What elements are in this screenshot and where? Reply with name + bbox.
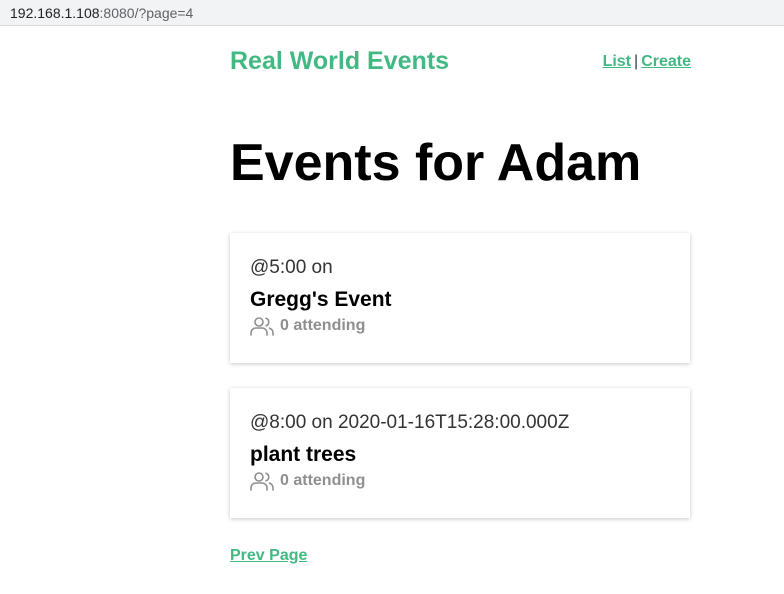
nav-separator: | [634,53,639,70]
event-title: plant trees [250,443,357,466]
url-text[interactable]: 192.168.1.108:8080/?page=4 [10,4,193,22]
users-icon [250,472,274,491]
page-title: Events for Adam [230,134,642,192]
event-time: @8:00 on 2020-01-16T15:28:00.000Z [250,412,570,433]
brand-title: Real World Events [230,47,450,75]
nav-create-link[interactable]: Create [641,53,691,70]
event-attending: 0 attending [250,470,670,492]
top-nav: List | Create [603,52,691,72]
event-title: Gregg's Event [250,288,392,311]
event-card[interactable]: @8:00 on 2020-01-16T15:28:00.000Z plant … [230,388,690,518]
url-path: :8080/?page=4 [99,5,194,21]
event-card[interactable]: @5:00 on Gregg's Event 0 attending [230,233,690,363]
users-icon [250,317,274,336]
event-attending: 0 attending [250,315,670,337]
url-host: 192.168.1.108 [10,5,100,21]
prev-page-link[interactable]: Prev Page [230,546,307,566]
nav-list-link[interactable]: List [603,53,631,70]
event-time: @5:00 on [250,257,333,278]
address-bar[interactable]: 192.168.1.108:8080/?page=4 [0,0,784,26]
attending-count: 0 attending [280,317,366,334]
attending-count: 0 attending [280,472,366,489]
